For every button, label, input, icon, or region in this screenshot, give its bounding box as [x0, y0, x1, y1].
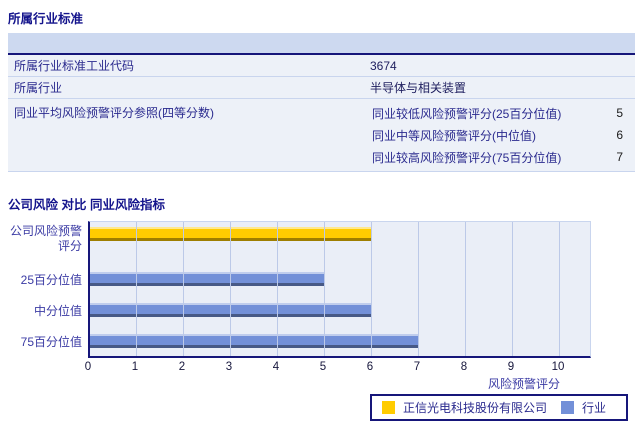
row-label: 同业平均风险预警评分参照(四等分数): [14, 106, 214, 120]
y-axis-label-25th-percentile: 25百分位值: [20, 273, 82, 287]
gridline: [559, 222, 560, 356]
subrow-label: 同业较低风险预警评分(25百分位值): [372, 106, 562, 121]
legend-swatch-industry: [561, 401, 575, 414]
subrow-value: 7: [616, 150, 623, 164]
x-axis-ticks: 0 1 2 3 4 5 6 7 8 9 10: [0, 361, 639, 375]
chart-legend: 正信光电科技股份有限公司 行业: [370, 394, 628, 421]
legend-label-industry: 行业: [582, 401, 607, 415]
x-tick-label: 10: [551, 361, 565, 373]
quartile-subrows: 同业较低风险预警评分(25百分位值) 5 同业中等风险预警评分(中位值) 6 同…: [368, 99, 635, 171]
comparison-section-title: 公司风险 对比 同业风险指标: [8, 198, 165, 212]
gridline: [371, 222, 372, 356]
y-axis-label-median: 中分位值: [33, 304, 82, 318]
plot-area: [88, 221, 591, 358]
report-page: 所属行业标准 所属行业标准工业代码 3674 所属行业 半导体与相关装置 同业平…: [0, 0, 639, 430]
bar-industry-25th-percentile: [90, 272, 325, 286]
row-label: 所属行业标准工业代码: [14, 58, 135, 73]
bar-industry-median: [90, 303, 372, 317]
x-tick-label: 4: [272, 361, 280, 373]
y-axis-label-75th-percentile: 75百分位值: [20, 335, 82, 349]
x-axis-title: 风险预警评分: [487, 377, 560, 391]
x-tick-label: 0: [84, 361, 92, 373]
subrow-25th-percentile: 同业较低风险预警评分(25百分位值) 5: [368, 102, 635, 124]
gridline: [136, 222, 137, 356]
bar-company-score: [90, 227, 372, 241]
gridline: [418, 222, 419, 356]
x-tick-label: 9: [507, 361, 515, 373]
bar-industry-75th-percentile: [90, 334, 419, 348]
subrow-median: 同业中等风险预警评分(中位值) 6: [368, 124, 635, 146]
row-value: 3674: [370, 58, 397, 73]
x-tick-label: 2: [178, 361, 186, 373]
gridline: [324, 222, 325, 356]
table-row-industry: 所属行业 半导体与相关装置: [8, 77, 635, 99]
gridline: [183, 222, 184, 356]
gridline: [277, 222, 278, 356]
subrow-75th-percentile: 同业较高风险预警评分(75百分位值) 7: [368, 146, 635, 168]
x-tick-label: 8: [460, 361, 468, 373]
industry-standard-section-title: 所属行业标准: [8, 12, 84, 26]
table-row-industry-code: 所属行业标准工业代码 3674: [8, 55, 635, 77]
x-tick-label: 5: [319, 361, 327, 373]
row-value: 半导体与相关装置: [370, 80, 467, 95]
x-tick-label: 6: [366, 361, 374, 373]
x-tick-label: 3: [225, 361, 233, 373]
row-label: 所属行业: [14, 80, 63, 95]
gridline: [512, 222, 513, 356]
gridline: [230, 222, 231, 356]
subrow-value: 6: [616, 128, 623, 142]
table-header-band: [8, 33, 635, 55]
table-row-peer-quartiles: 同业平均风险预警评分参照(四等分数) 同业较低风险预警评分(25百分位值) 5 …: [8, 99, 635, 172]
industry-standard-table: 所属行业标准工业代码 3674 所属行业 半导体与相关装置 同业平均风险预警评分…: [8, 33, 635, 172]
legend-swatch-company: [382, 401, 395, 414]
x-tick-label: 1: [131, 361, 139, 373]
subrow-label: 同业较高风险预警评分(75百分位值): [372, 150, 562, 165]
subrow-label: 同业中等风险预警评分(中位值): [372, 128, 536, 143]
x-tick-label: 7: [413, 361, 421, 373]
y-axis-label-company-score: 公司风险预警评分: [9, 224, 82, 253]
gridline: [465, 222, 466, 356]
legend-label-company: 正信光电科技股份有限公司: [403, 401, 548, 415]
subrow-value: 5: [616, 106, 623, 120]
